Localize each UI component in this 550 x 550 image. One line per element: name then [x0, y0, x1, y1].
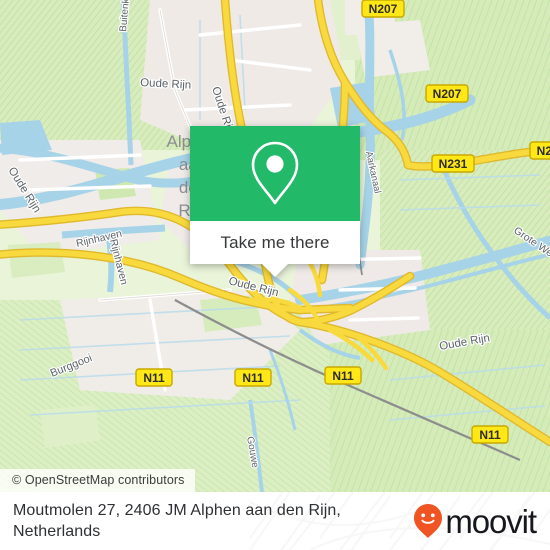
road-shield-n231: N231: [431, 154, 475, 173]
address-line-1: Moutmolen 27, 2406 JM Alphen aan den Rij…: [13, 502, 341, 519]
road-shield-n11-c: N11: [324, 366, 362, 385]
svg-text:N11: N11: [143, 371, 165, 385]
address-text: Moutmolen 27, 2406 JM Alphen aan den Rij…: [0, 500, 392, 542]
moovit-logo[interactable]: moovit: [413, 503, 550, 539]
svg-text:N11: N11: [242, 371, 264, 385]
screenshot-root: Oude Rijn Oude Rijn Oude Rijn Oude Rijn …: [0, 0, 550, 550]
road-shield-n207-a: N207: [361, 0, 405, 18]
moovit-pin-smiley-icon: [414, 504, 443, 538]
address-line-2: Netherlands: [13, 523, 101, 540]
road-shield-n11-b: N11: [234, 368, 272, 387]
road-shield-n11-d: N11: [471, 425, 509, 444]
road-shield-n2-edge: N207: [529, 141, 550, 160]
road-shield-n207-b: N207: [425, 84, 469, 103]
map-popup-card[interactable]: Take me there: [190, 126, 360, 277]
take-me-there-label: Take me there: [220, 232, 330, 252]
svg-text:N11: N11: [332, 369, 354, 383]
svg-text:N207: N207: [433, 87, 462, 101]
svg-text:N231: N231: [439, 157, 468, 171]
road-shield-n11-a: N11: [135, 368, 173, 387]
take-me-there-button[interactable]: Take me there: [190, 221, 360, 264]
map-pin-icon: [251, 141, 299, 204]
footer-bar: Moutmolen 27, 2406 JM Alphen aan den Rij…: [0, 492, 550, 550]
svg-text:N207: N207: [537, 144, 550, 158]
moovit-wordmark: moovit: [445, 502, 537, 540]
svg-text:N11: N11: [479, 428, 501, 442]
popup-image-panel: [190, 126, 360, 221]
osm-attribution[interactable]: © OpenStreetMap contributors: [0, 469, 195, 492]
popup-tail: [262, 264, 288, 277]
svg-text:N207: N207: [369, 2, 398, 16]
